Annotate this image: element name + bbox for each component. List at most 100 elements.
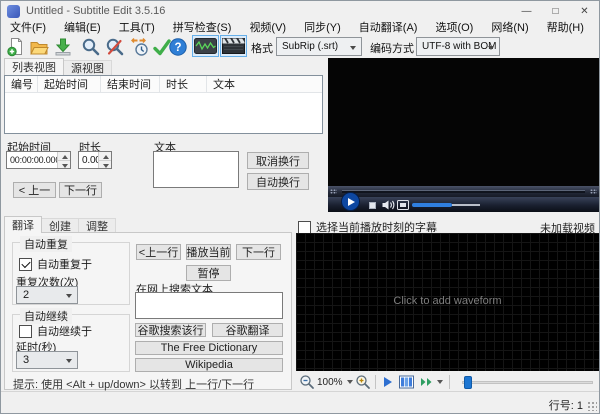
- new-file-button[interactable]: [5, 36, 26, 57]
- menu-spellcheck[interactable]: 拼写检查(S): [164, 21, 241, 35]
- save-icon: [55, 38, 70, 55]
- tab-adjust[interactable]: 调整: [78, 218, 116, 233]
- seek-track[interactable]: [342, 190, 585, 193]
- menu-sync[interactable]: 同步(Y): [295, 21, 350, 35]
- minimize-button[interactable]: —: [512, 1, 541, 21]
- tab-translate[interactable]: 翻译: [4, 216, 42, 233]
- google-translate-button[interactable]: 谷歌翻译: [212, 323, 283, 337]
- waveform-zoom-select[interactable]: 100%: [315, 377, 355, 388]
- slider-thumb[interactable]: [463, 376, 472, 389]
- subtitle-list-header: 编号 起始时间 结束时间 时长 文本: [5, 76, 322, 93]
- tab-list-view[interactable]: 列表视图: [4, 58, 64, 75]
- delay-select[interactable]: 3: [16, 351, 78, 369]
- maximize-button[interactable]: □: [541, 1, 570, 21]
- unbreak-button[interactable]: 取消换行: [247, 152, 309, 169]
- duration-spinner[interactable]: 0.000: [78, 151, 112, 169]
- auto-continue-checkbox[interactable]: [19, 324, 32, 338]
- menu-help[interactable]: 帮助(H): [538, 21, 593, 35]
- menu-options[interactable]: 选项(O): [426, 21, 482, 35]
- column-start-time[interactable]: 起始时间: [38, 76, 101, 92]
- auto-repeat-checkbox-row[interactable]: 自动重复于: [19, 256, 92, 272]
- toggle-waveform-button[interactable]: [192, 35, 219, 57]
- spin-down-icon[interactable]: [99, 160, 111, 168]
- select-current-subtitle-checkbox[interactable]: [298, 220, 311, 234]
- waveform-placeholder[interactable]: Click to add waveform: [296, 295, 599, 307]
- subtitle-text-input[interactable]: [153, 151, 239, 188]
- dropdown-arrow-icon[interactable]: [436, 380, 443, 384]
- auto-break-button[interactable]: 自动换行: [247, 173, 309, 190]
- spinner-arrows[interactable]: [98, 152, 111, 168]
- auto-repeat-checkbox[interactable]: [19, 257, 32, 271]
- column-duration[interactable]: 时长: [160, 76, 207, 92]
- encoding-select[interactable]: UTF-8 with BOM: [416, 37, 500, 56]
- resize-grip[interactable]: [587, 401, 597, 411]
- wikipedia-button[interactable]: Wikipedia: [135, 358, 283, 372]
- spinner-arrows[interactable]: [57, 152, 70, 168]
- app-icon: [7, 4, 20, 18]
- format-select[interactable]: SubRip (.srt): [276, 37, 362, 56]
- spin-up-icon[interactable]: [99, 152, 111, 161]
- clapperboard-icon: [222, 38, 245, 54]
- start-time-spinner[interactable]: 00:00:00.000: [6, 151, 71, 169]
- column-number[interactable]: 编号: [5, 76, 38, 92]
- waveform-play-button[interactable]: [383, 377, 392, 387]
- waveform-area[interactable]: Click to add waveform: [296, 233, 599, 371]
- slider-track[interactable]: [461, 381, 593, 384]
- mode-tabs: 翻译 创建 调整: [4, 216, 116, 233]
- replace-button[interactable]: [104, 36, 125, 57]
- web-search-input[interactable]: [135, 292, 283, 319]
- visual-sync-button[interactable]: [129, 36, 150, 57]
- menu-video[interactable]: 视频(V): [240, 21, 295, 35]
- find-button[interactable]: [80, 36, 101, 57]
- menu-file[interactable]: 文件(F): [1, 21, 55, 35]
- next-line-button[interactable]: 下一行: [236, 244, 281, 260]
- app-window: Untitled - Subtitle Edit 3.5.16 — □ ✕ 文件…: [0, 0, 600, 414]
- repeat-count-value: 2: [23, 289, 30, 301]
- close-button[interactable]: ✕: [570, 1, 599, 21]
- toggle-video-button[interactable]: [220, 35, 247, 57]
- spin-down-icon[interactable]: [58, 160, 70, 168]
- pause-button[interactable]: 暂停: [186, 265, 231, 281]
- waveform-position-slider[interactable]: [461, 375, 593, 389]
- previous-line-button[interactable]: <上一行: [136, 244, 181, 260]
- help-button[interactable]: ?: [167, 36, 188, 57]
- spin-up-icon[interactable]: [58, 152, 70, 161]
- free-dictionary-button[interactable]: The Free Dictionary: [135, 341, 283, 355]
- format-label: 格式: [251, 43, 273, 55]
- volume-icon[interactable]: [382, 200, 395, 210]
- column-end-time[interactable]: 结束时间: [101, 76, 160, 92]
- menu-network[interactable]: 网络(N): [482, 21, 537, 35]
- auto-continue-checkbox-row[interactable]: 自动继续于: [19, 323, 92, 339]
- volume-slider-fill[interactable]: [412, 203, 452, 207]
- save-button[interactable]: [52, 36, 73, 57]
- help-icon: ?: [168, 37, 187, 56]
- play-current-button[interactable]: 播放当前: [186, 244, 231, 260]
- play-button[interactable]: [341, 192, 360, 211]
- zoom-in-button[interactable]: [355, 374, 371, 390]
- format-value: SubRip (.srt): [282, 41, 339, 52]
- dropdown-arrow-icon: [488, 46, 494, 50]
- tab-source-view[interactable]: 源视图: [63, 60, 112, 75]
- video-columns-button[interactable]: [398, 375, 414, 389]
- menu-edit[interactable]: 编辑(E): [55, 21, 110, 35]
- menu-tools[interactable]: 工具(T): [110, 21, 164, 35]
- open-file-button[interactable]: [28, 36, 49, 57]
- previous-subtitle-button[interactable]: < 上一: [13, 182, 56, 198]
- tab-create[interactable]: 创建: [41, 218, 79, 233]
- stop-button[interactable]: [369, 201, 376, 209]
- search-icon: [82, 38, 99, 55]
- zoom-out-button[interactable]: [299, 374, 315, 390]
- volume-slider-rest[interactable]: [452, 204, 480, 206]
- fullscreen-icon[interactable]: [397, 200, 409, 210]
- menu-autotranslate[interactable]: 自动翻译(A): [350, 21, 427, 35]
- column-text[interactable]: 文本: [207, 76, 322, 92]
- video-screen[interactable]: [328, 58, 599, 186]
- start-time-value: 00:00:00.000: [10, 155, 61, 165]
- delay-value: 3: [23, 354, 30, 366]
- next-subtitle-button[interactable]: 下一行: [59, 182, 102, 198]
- repeat-count-select[interactable]: 2: [16, 286, 78, 304]
- subtitle-list[interactable]: 编号 起始时间 结束时间 时长 文本: [4, 75, 323, 134]
- playback-speed-button[interactable]: [420, 376, 434, 388]
- video-seek-bar[interactable]: [328, 186, 599, 197]
- google-search-button[interactable]: 谷歌搜索该行: [135, 323, 206, 337]
